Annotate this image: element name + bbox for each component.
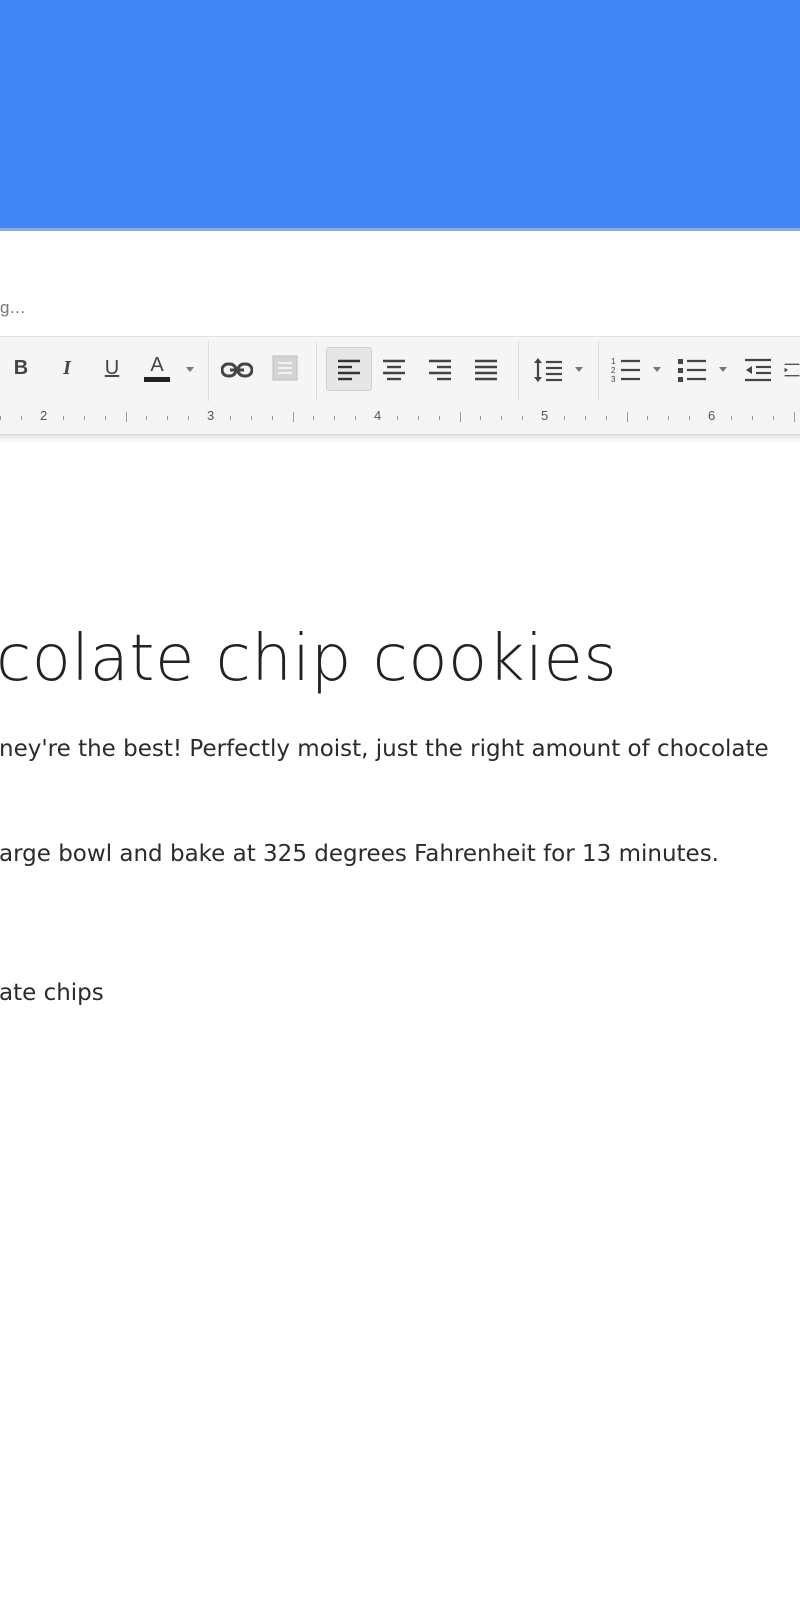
line-spacing-button[interactable] (532, 355, 564, 385)
toolbar-separator (316, 341, 317, 401)
ruler-tick (292, 412, 294, 422)
bulleted-list-caret-icon[interactable] (719, 367, 727, 372)
ruler-number: 4 (372, 408, 384, 423)
align-left-icon (338, 359, 360, 381)
ruler-tick (584, 416, 586, 420)
document-paragraph-2[interactable]: arge bowl and bake at 325 degrees Fahren… (0, 841, 719, 867)
bold-button[interactable]: B (6, 351, 36, 385)
ruler-tick (313, 416, 315, 420)
align-center-button[interactable] (378, 357, 410, 383)
ruler-tick (271, 416, 273, 420)
ruler-tick (751, 416, 753, 420)
ruler-tick (647, 416, 649, 420)
ruler-tick (167, 416, 169, 420)
ruler-tick (459, 412, 461, 422)
toolbar-shadow (0, 435, 800, 443)
ruler-tick (146, 416, 148, 420)
numbered-list-icon: 123 (611, 357, 640, 383)
save-status-text: g... (0, 298, 26, 317)
decrease-indent-button[interactable] (742, 355, 774, 385)
ruler-tick (21, 416, 23, 420)
italic-icon: I (63, 356, 71, 379)
ruler-tick (605, 416, 607, 420)
text-color-swatch (144, 376, 170, 382)
svg-text:1: 1 (611, 357, 616, 366)
increase-indent-icon (784, 363, 800, 377)
svg-text:3: 3 (611, 375, 616, 383)
numbered-list-caret-icon[interactable] (653, 367, 661, 372)
bulleted-list-icon (678, 359, 706, 382)
ruler-tick (689, 416, 691, 420)
toolbar-separator (208, 341, 209, 401)
ruler-number: 6 (706, 408, 718, 423)
text-color-caret-icon[interactable] (186, 367, 194, 372)
numbered-list-button[interactable]: 123 (610, 355, 642, 385)
ruler-tick (229, 416, 231, 420)
ruler-tick (480, 416, 482, 420)
ruler-tick (334, 416, 336, 420)
ruler-tick (668, 416, 670, 420)
ruler-tick (793, 412, 795, 422)
ruler-tick (250, 416, 252, 420)
document-title[interactable]: colate chip cookies (0, 622, 617, 696)
ruler-number: 2 (38, 408, 50, 423)
bold-icon: B (13, 356, 29, 379)
ruler-tick (83, 416, 85, 420)
comment-icon (272, 355, 298, 381)
ruler-tick (104, 416, 106, 420)
svg-text:2: 2 (611, 366, 616, 375)
align-right-button[interactable] (424, 357, 456, 383)
align-justify-button[interactable] (470, 357, 502, 383)
text-color-icon: A (150, 353, 164, 376)
line-spacing-icon (534, 358, 562, 382)
align-right-icon (429, 359, 451, 381)
link-icon (221, 362, 253, 378)
toolbar-separator (598, 341, 599, 401)
ruler-tick (417, 416, 419, 420)
toolbar-separator (518, 341, 519, 401)
header-divider (0, 228, 800, 231)
increase-indent-button[interactable] (784, 355, 800, 385)
underline-icon: U (104, 356, 120, 379)
align-left-button[interactable] (333, 357, 365, 383)
ruler-tick (355, 416, 357, 420)
underline-button[interactable]: U (97, 351, 127, 385)
ruler-tick (438, 416, 440, 420)
ruler-tick (0, 416, 2, 420)
ruler-tick (522, 416, 524, 420)
ruler-tick (62, 416, 64, 420)
insert-comment-button[interactable] (270, 351, 300, 385)
document-paragraph-1[interactable]: ney're the best! Perfectly moist, just t… (0, 736, 769, 762)
align-justify-icon (475, 359, 497, 381)
ruler-tick (396, 416, 398, 420)
decrease-indent-icon (745, 358, 771, 382)
insert-link-button[interactable] (220, 355, 254, 385)
ruler-tick (772, 416, 774, 420)
ruler-tick (563, 416, 565, 420)
formatting-toolbar: B I U A 1 2 3 (0, 336, 800, 406)
horizontal-ruler[interactable]: 2 3 4 5 6 (0, 404, 800, 435)
ruler-tick (626, 412, 628, 422)
ruler-number: 5 (539, 408, 551, 423)
line-spacing-caret-icon[interactable] (575, 367, 583, 372)
app-header-bar (0, 0, 800, 228)
ruler-tick (501, 416, 503, 420)
ruler-tick (125, 412, 127, 422)
text-color-button[interactable]: A (142, 351, 172, 385)
ruler-tick (188, 416, 190, 420)
ruler-tick (730, 416, 732, 420)
bulleted-list-button[interactable] (676, 355, 708, 385)
italic-button[interactable]: I (52, 351, 82, 385)
align-center-icon (383, 359, 405, 381)
document-paragraph-3[interactable]: ate chips (0, 980, 104, 1006)
ruler-number: 3 (205, 408, 217, 423)
